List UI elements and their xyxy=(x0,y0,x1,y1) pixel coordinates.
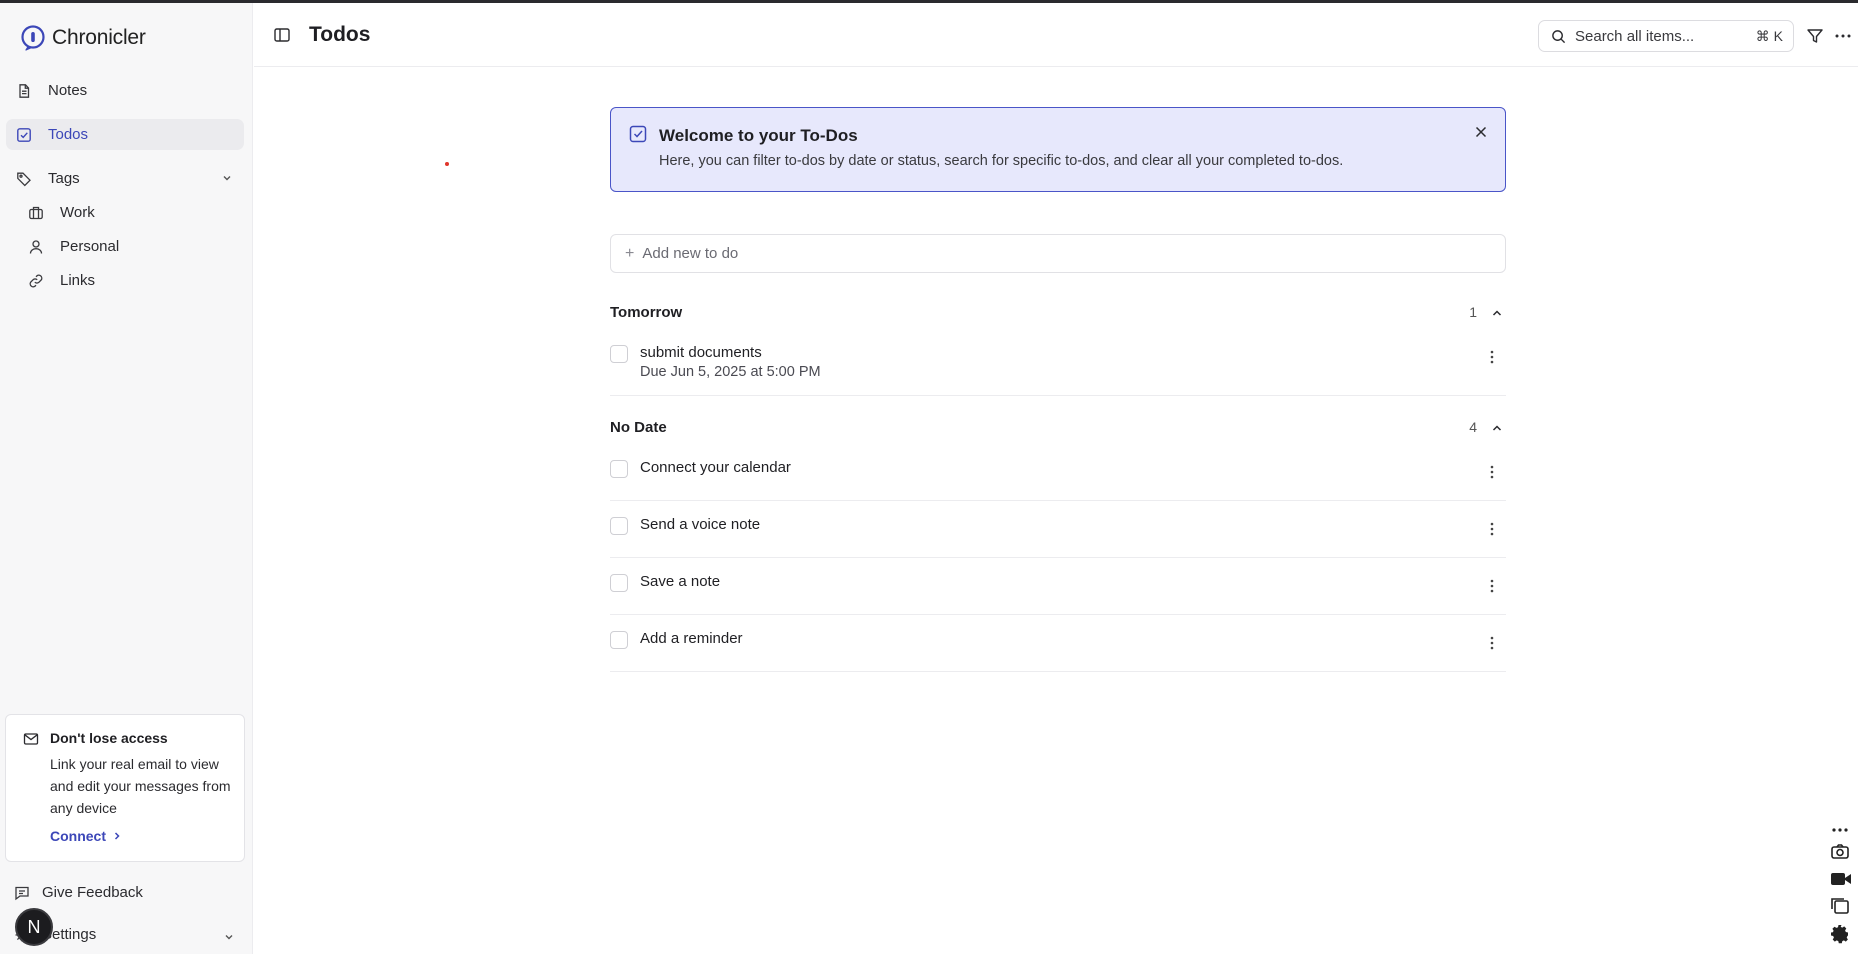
copy-icon[interactable] xyxy=(1830,897,1850,915)
search-icon xyxy=(1552,29,1566,43)
close-icon[interactable] xyxy=(1473,124,1489,140)
sidebar-item-links[interactable]: Links xyxy=(18,265,244,296)
more-horizontal-icon[interactable] xyxy=(1830,825,1850,835)
give-feedback-label: Give Feedback xyxy=(42,884,143,901)
sidebar-item-label: Work xyxy=(60,204,95,221)
sidebar-item-work[interactable]: Work xyxy=(18,197,244,228)
sidebar-item-label: Tags xyxy=(48,170,80,187)
todo-checkbox[interactable] xyxy=(610,345,628,363)
todo-checkbox[interactable] xyxy=(610,517,628,535)
welcome-title: Welcome to your To-Dos xyxy=(659,126,858,145)
briefcase-icon xyxy=(26,203,46,223)
plus-icon: + xyxy=(625,244,635,262)
sidebar-item-label: Notes xyxy=(48,82,88,99)
sidebar: Chronicler Notes Todos Tags Work Persona… xyxy=(0,3,253,954)
section-label: No Date xyxy=(610,419,667,436)
todo-title[interactable]: Send a voice note xyxy=(640,516,760,533)
more-vertical-icon[interactable] xyxy=(1486,521,1498,537)
todo-item: submit documents Due Jun 5, 2025 at 5:00… xyxy=(610,336,1506,396)
connect-link-label: Connect xyxy=(50,828,106,844)
chevron-down-icon[interactable] xyxy=(220,171,234,185)
sidebar-item-tags[interactable]: Tags xyxy=(6,163,244,194)
section-count: 1 xyxy=(1469,304,1477,320)
give-feedback-button[interactable]: Give Feedback xyxy=(14,884,143,901)
more-vertical-icon[interactable] xyxy=(1486,349,1498,365)
section-header-no-date[interactable]: No Date 4 xyxy=(610,417,1506,439)
section-count: 4 xyxy=(1469,419,1477,435)
welcome-body: Here, you can filter to-dos by date or s… xyxy=(659,153,1344,169)
promo-body: Link your real email to view and edit yo… xyxy=(50,756,231,816)
sidebar-item-todos[interactable]: Todos xyxy=(6,119,244,150)
connect-email-card: Don't lose access Link your real email t… xyxy=(5,714,245,862)
section-label: Tomorrow xyxy=(610,304,683,321)
todo-title[interactable]: Add a reminder xyxy=(640,630,743,647)
add-todo-input[interactable]: + Add new to do xyxy=(610,234,1506,273)
mail-icon xyxy=(23,733,39,745)
checkbox-icon xyxy=(14,125,34,145)
chevron-up-icon[interactable] xyxy=(1490,421,1504,435)
tag-icon xyxy=(14,169,34,189)
todo-due-date: Due Jun 5, 2025 at 5:00 PM xyxy=(640,364,821,380)
todo-title[interactable]: Save a note xyxy=(640,573,720,590)
user-icon xyxy=(26,237,46,257)
chronicler-logo-icon xyxy=(21,25,45,51)
todo-item: Send a voice note xyxy=(610,508,1506,558)
more-vertical-icon[interactable] xyxy=(1486,635,1498,651)
floating-toolbar xyxy=(1826,825,1854,950)
add-todo-placeholder: Add new to do xyxy=(642,245,739,262)
document-icon xyxy=(14,81,34,101)
search-placeholder: Search all items... xyxy=(1575,27,1695,45)
feedback-icon xyxy=(15,886,29,900)
link-icon xyxy=(26,271,46,291)
camera-icon[interactable] xyxy=(1830,843,1850,861)
gear-icon[interactable] xyxy=(1830,924,1850,944)
top-bar: Todos Search all items... ⌘ K xyxy=(254,3,1858,67)
sidebar-toggle-icon[interactable] xyxy=(272,25,292,45)
brand-name: Chronicler xyxy=(52,26,146,49)
todo-item: Save a note xyxy=(610,565,1506,615)
search-input[interactable]: Search all items... ⌘ K xyxy=(1538,20,1794,52)
sidebar-item-label: Todos xyxy=(48,126,89,143)
connect-link[interactable]: Connect xyxy=(50,828,122,844)
todo-checkbox[interactable] xyxy=(610,460,628,478)
promo-title: Don't lose access xyxy=(50,730,168,746)
sidebar-item-label: Links xyxy=(60,272,96,289)
todo-item: Add a reminder xyxy=(610,622,1506,672)
chevron-down-icon[interactable] xyxy=(222,930,236,944)
section-header-tomorrow[interactable]: Tomorrow 1 xyxy=(610,302,1506,324)
brand[interactable]: Chronicler xyxy=(20,24,146,52)
video-icon[interactable] xyxy=(1830,870,1852,888)
search-shortcut: ⌘ K xyxy=(1755,28,1783,44)
page-title: Todos xyxy=(309,23,371,46)
todo-title[interactable]: Connect your calendar xyxy=(640,459,791,476)
cursor-marker xyxy=(445,162,449,166)
checkbox-icon xyxy=(629,125,647,143)
todo-item: Connect your calendar xyxy=(610,451,1506,501)
todo-checkbox[interactable] xyxy=(610,574,628,592)
todo-title[interactable]: submit documents xyxy=(640,344,762,361)
sidebar-item-personal[interactable]: Personal xyxy=(18,231,244,262)
more-horizontal-icon[interactable] xyxy=(1834,27,1852,45)
filter-icon[interactable] xyxy=(1806,27,1824,45)
sidebar-item-label: Personal xyxy=(60,238,120,255)
chevron-up-icon[interactable] xyxy=(1490,306,1504,320)
more-vertical-icon[interactable] xyxy=(1486,464,1498,480)
todo-checkbox[interactable] xyxy=(610,631,628,649)
welcome-banner: Welcome to your To-Dos Here, you can fil… xyxy=(610,107,1506,192)
sidebar-item-notes[interactable]: Notes xyxy=(6,75,244,106)
more-vertical-icon[interactable] xyxy=(1486,578,1498,594)
avatar[interactable]: N xyxy=(15,908,53,946)
chevron-right-icon xyxy=(114,832,120,840)
